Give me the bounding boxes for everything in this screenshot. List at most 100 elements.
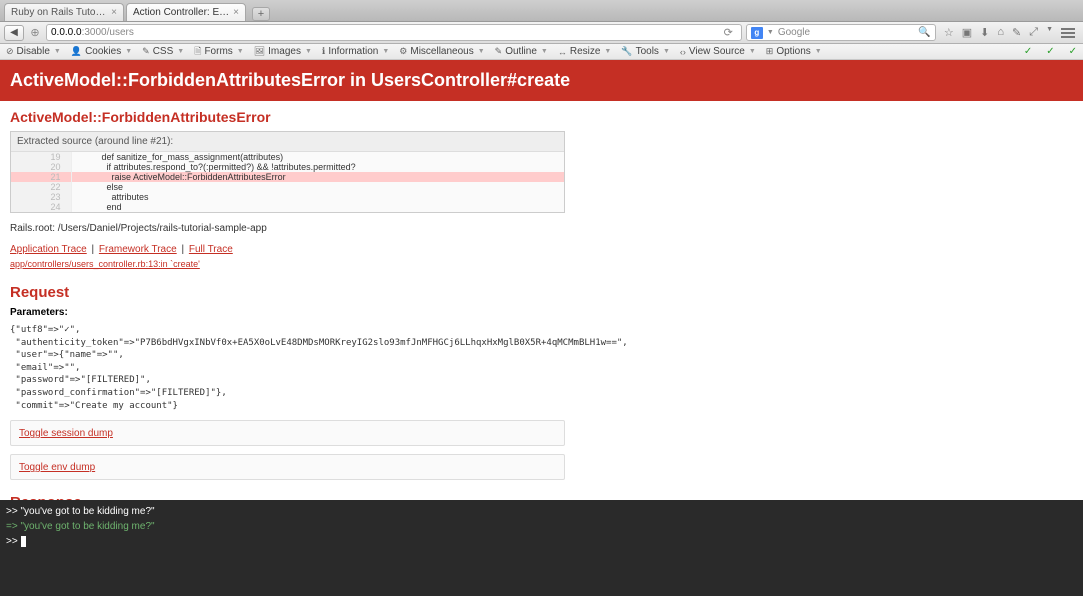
error-title: ActiveModel::ForbiddenAttributesError (10, 109, 1073, 125)
dev-tools[interactable]: 🔧Tools▼ (621, 46, 670, 57)
source-line: 22 else (11, 182, 564, 192)
toggle-session-dump[interactable]: Toggle session dump (10, 420, 565, 446)
info-icon: ℹ (322, 46, 325, 57)
options-icon: ⊞ (766, 46, 774, 57)
home-icon[interactable]: ⌂ (997, 26, 1004, 39)
line-number: 19 (11, 152, 71, 162)
line-code: attributes (71, 192, 564, 202)
rails-root-label: Rails.root: (10, 223, 58, 234)
toggle-env-link[interactable]: Toggle env dump (19, 462, 95, 473)
url-port: :3000 (82, 27, 107, 38)
extracted-source: Extracted source (around line #21): 19de… (10, 131, 565, 213)
check-icon[interactable]: ✓ (1069, 46, 1077, 57)
url-path: /users (107, 27, 134, 38)
console-input: "you've got to be kidding me?" (20, 506, 154, 517)
dev-cookies[interactable]: 👤Cookies▼ (71, 46, 132, 57)
browser-tab[interactable]: Action Controller: Exception c... × (126, 3, 246, 21)
check-icon[interactable]: ✓ (1024, 46, 1032, 57)
browser-toolbar-icons: ☆ ▣ ⬇ ⌂ ✎ ⤢ ▼ (940, 26, 1079, 39)
dev-view-source[interactable]: ‹›View Source▼ (680, 46, 756, 57)
toggle-env-dump[interactable]: Toggle env dump (10, 454, 565, 480)
source-line: 19def sanitize_for_mass_assignment(attri… (11, 152, 564, 162)
source-code: 19def sanitize_for_mass_assignment(attri… (11, 152, 564, 212)
parameters-dump: {"utf8"=>"✓", "authenticity_token"=>"P7B… (10, 324, 1073, 412)
browser-tab[interactable]: Ruby on Rails Tutorial Sample ... × (4, 3, 124, 21)
dev-information[interactable]: ℹInformation▼ (322, 46, 389, 57)
browser-tab-bar: Ruby on Rails Tutorial Sample ... × Acti… (0, 0, 1083, 22)
dropdown-icon[interactable]: ▼ (1046, 26, 1053, 39)
rails-root-path: /Users/Daniel/Projects/rails-tutorial-sa… (58, 223, 267, 234)
source-line: 23 attributes (11, 192, 564, 202)
search-placeholder: Google (778, 27, 810, 38)
line-code: if attributes.respond_to?(:permitted?) &… (71, 162, 564, 172)
dev-resize[interactable]: ↔Resize▼ (558, 46, 612, 57)
page-content: ActiveModel::ForbiddenAttributesError in… (0, 60, 1083, 514)
images-icon: 🖼 (254, 46, 265, 57)
pocket-icon[interactable]: ▣ (962, 26, 972, 39)
request-header: Request (10, 284, 1073, 301)
dev-disable[interactable]: ⊘Disable▼ (6, 46, 61, 57)
site-identity-icon[interactable]: ⊕ (28, 26, 42, 40)
search-bar[interactable]: g ▼ Google 🔍 (746, 24, 936, 41)
extracted-source-label: Extracted source (around line #21): (11, 132, 564, 152)
back-button[interactable]: ◀ (4, 25, 24, 41)
line-code: raise ActiveModel::ForbiddenAttributesEr… (71, 172, 564, 182)
line-number: 20 (11, 162, 71, 172)
console-output-prompt: => (6, 521, 20, 532)
console-prompt: >> (6, 506, 20, 517)
close-icon[interactable]: × (111, 7, 117, 18)
console-prompt: >> (6, 536, 20, 547)
reload-icon[interactable]: ⟳ (720, 26, 737, 39)
line-number: 22 (11, 182, 71, 192)
line-number: 24 (11, 202, 71, 212)
menu-icon[interactable] (1061, 26, 1075, 39)
url-bar[interactable]: 0.0.0.0:3000/users ⟳ (46, 24, 742, 41)
toggle-session-link[interactable]: Toggle session dump (19, 428, 113, 439)
full-trace-link[interactable]: Full Trace (189, 244, 233, 255)
console-output: "you've got to be kidding me?" (20, 521, 154, 532)
source-line: 20 if attributes.respond_to?(:permitted?… (11, 162, 564, 172)
tools-icon: 🔧 (621, 46, 632, 57)
cursor (21, 536, 26, 547)
disable-icon: ⊘ (6, 46, 14, 57)
line-code: else (71, 182, 564, 192)
trace-line-link[interactable]: app/controllers/users_controller.rb:13:i… (10, 259, 200, 269)
line-number: 23 (11, 192, 71, 202)
dev-css[interactable]: ✎CSS▼ (142, 46, 184, 57)
forms-icon: 🗎 (194, 44, 201, 60)
dev-outline[interactable]: ✎Outline▼ (495, 46, 548, 57)
line-code: def sanitize_for_mass_assignment(attribu… (71, 152, 564, 162)
source-line: 21 raise ActiveModel::ForbiddenAttribute… (11, 172, 564, 182)
misc-icon: ⚙ (399, 46, 407, 57)
edit-icon[interactable]: ✎ (1012, 26, 1021, 39)
parameters-label: Parameters: (10, 307, 1073, 318)
outline-icon: ✎ (495, 46, 503, 57)
dev-options[interactable]: ⊞Options▼ (766, 46, 822, 57)
new-tab-button[interactable]: + (252, 7, 270, 21)
bookmark-star-icon[interactable]: ☆ (944, 26, 954, 39)
expand-icon[interactable]: ⤢ (1029, 26, 1038, 39)
css-icon: ✎ (142, 46, 150, 57)
tab-title: Ruby on Rails Tutorial Sample ... (11, 7, 107, 18)
downloads-icon[interactable]: ⬇ (980, 26, 989, 39)
application-trace-link[interactable]: Application Trace (10, 244, 87, 255)
source-line: 24 end (11, 202, 564, 212)
source-icon: ‹› (680, 47, 686, 57)
cookies-icon: 👤 (71, 46, 82, 57)
rails-console[interactable]: >> "you've got to be kidding me?" => "yo… (0, 500, 1083, 596)
framework-trace-link[interactable]: Framework Trace (99, 244, 177, 255)
browser-nav-bar: ◀ ⊕ 0.0.0.0:3000/users ⟳ g ▼ Google 🔍 ☆ … (0, 22, 1083, 44)
google-icon: g (751, 27, 763, 39)
check-icon[interactable]: ✓ (1046, 46, 1054, 57)
dev-images[interactable]: 🖼Images▼ (254, 46, 312, 57)
search-icon[interactable]: 🔍 (918, 27, 930, 38)
error-banner: ActiveModel::ForbiddenAttributesError in… (0, 60, 1083, 101)
tab-title: Action Controller: Exception c... (133, 7, 229, 18)
close-icon[interactable]: × (233, 7, 239, 18)
url-host: 0.0.0.0 (51, 27, 82, 38)
dev-miscellaneous[interactable]: ⚙Miscellaneous▼ (399, 46, 484, 57)
line-code: end (71, 202, 564, 212)
line-number: 21 (11, 172, 71, 182)
dev-forms[interactable]: 🗎Forms▼ (194, 44, 244, 60)
web-developer-toolbar: ⊘Disable▼ 👤Cookies▼ ✎CSS▼ 🗎Forms▼ 🖼Image… (0, 44, 1083, 60)
